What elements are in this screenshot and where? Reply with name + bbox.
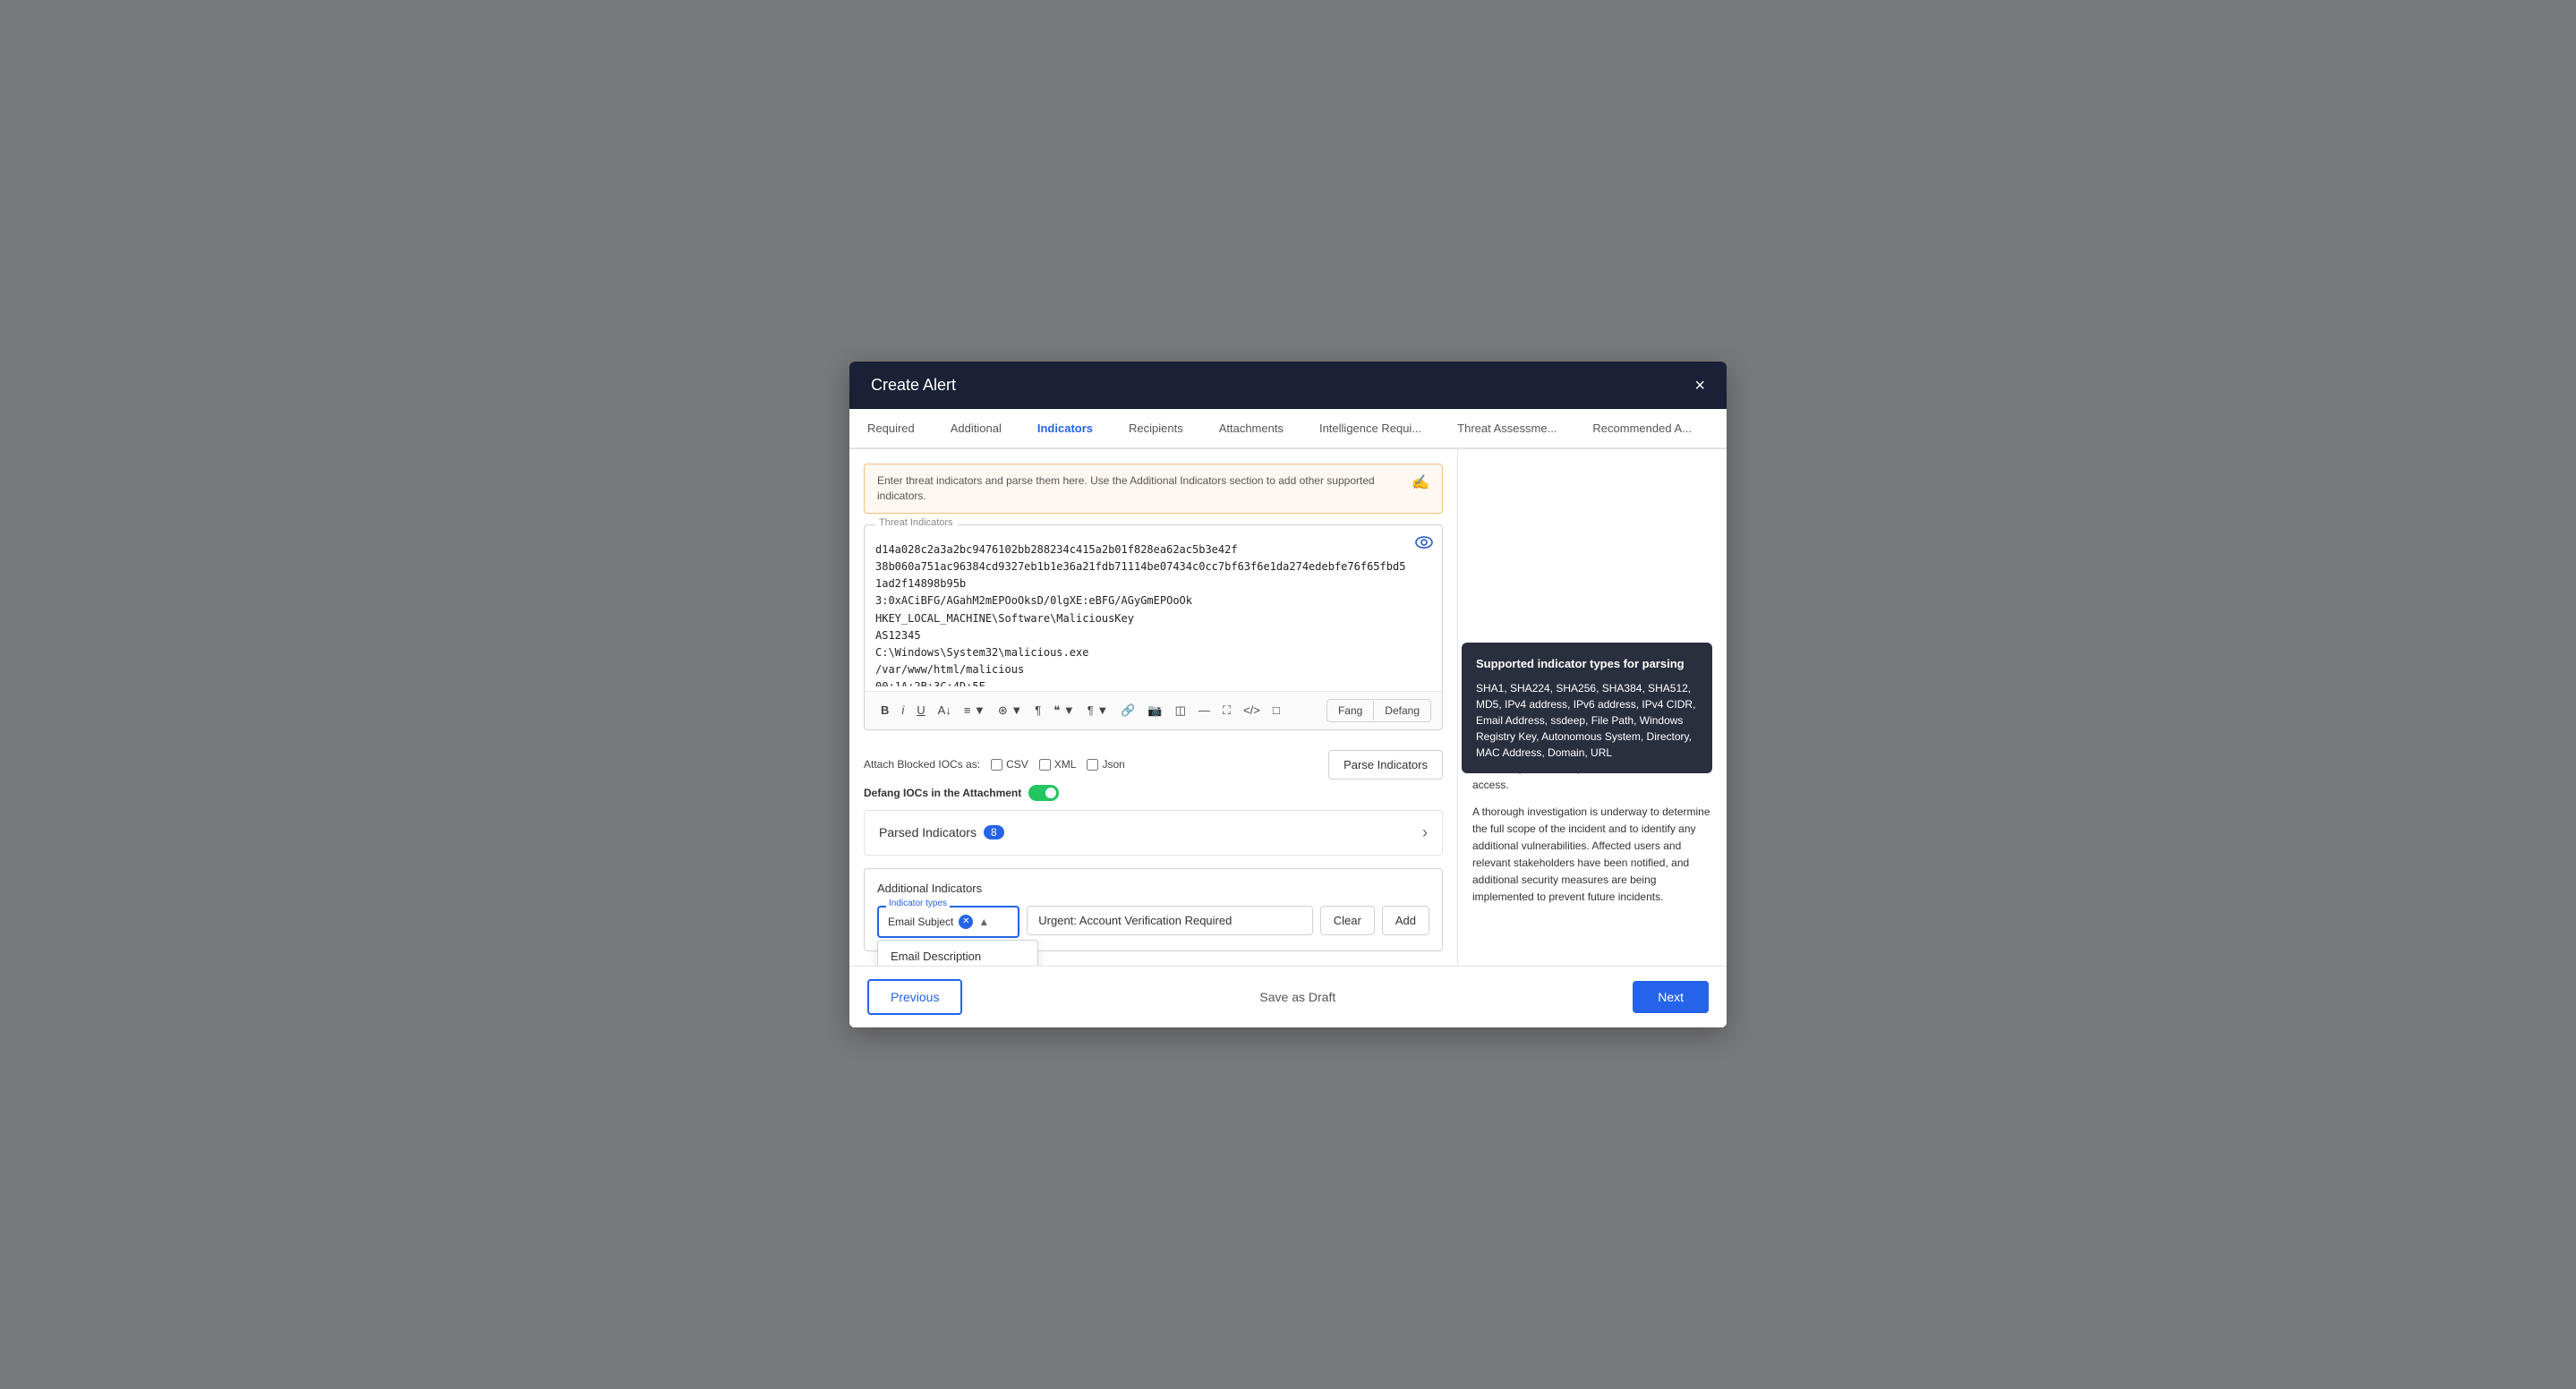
json-checkbox[interactable]	[1087, 759, 1098, 771]
info-banner-text: Enter threat indicators and parse them h…	[877, 473, 1404, 504]
tab-indicators[interactable]: Indicators	[1019, 409, 1111, 449]
hr-button[interactable]: —	[1193, 700, 1215, 720]
modal-header: Create Alert ×	[849, 362, 1727, 409]
parsed-indicators-row[interactable]: Parsed Indicators 8 ›	[864, 810, 1443, 856]
link-button[interactable]: 🔗	[1115, 700, 1140, 721]
parsed-indicators-left: Parsed Indicators 8	[879, 825, 1004, 839]
indicator-value-input[interactable]	[1027, 906, 1313, 935]
indicator-input-row: Indicator types Email Subject ✕ ▲ Email …	[877, 906, 1429, 938]
tab-threat-defender[interactable]: Threat Defender	[1710, 409, 1727, 449]
attach-row: Attach Blocked IOCs as: CSV XML Json Par…	[864, 741, 1443, 785]
align-button[interactable]: ¶ ▼	[1082, 700, 1113, 720]
info-banner: Enter threat indicators and parse them h…	[864, 464, 1443, 514]
additional-indicators-section: Additional Indicators Indicator types Em…	[864, 868, 1443, 951]
attach-label: Attach Blocked IOCs as:	[864, 758, 980, 771]
previous-button[interactable]: Previous	[867, 979, 962, 1015]
json-checkbox-label[interactable]: Json	[1087, 758, 1124, 771]
indicator-type-dropdown[interactable]: Email Subject ✕ ▲	[877, 906, 1019, 938]
unordered-list-button[interactable]: ⊛ ▼	[993, 700, 1028, 721]
modal-footer: Previous Save as Draft Next	[849, 966, 1727, 1027]
create-alert-modal: Create Alert × Required Additional Indic…	[849, 362, 1727, 1027]
threat-indicators-box: Threat Indicators B i U A↓	[864, 524, 1443, 730]
indicator-type-select: Indicator types Email Subject ✕ ▲ Email …	[877, 906, 1019, 938]
modal-title: Create Alert	[871, 376, 956, 395]
tooltip-popup: Supported indicator types for parsing SH…	[1462, 643, 1712, 773]
tooltip-content: SHA1, SHA224, SHA256, SHA384, SHA512, MD…	[1476, 680, 1698, 761]
tab-intelligence[interactable]: Intelligence Requi...	[1301, 409, 1439, 449]
right-panel: Supported indicator types for parsing SH…	[1458, 449, 1727, 966]
json-label: Json	[1102, 758, 1124, 771]
xml-checkbox-label[interactable]: XML	[1039, 758, 1077, 771]
tab-attachments[interactable]: Attachments	[1201, 409, 1301, 449]
fang-button[interactable]: Fang	[1327, 700, 1373, 721]
defang-button[interactable]: Defang	[1374, 700, 1430, 721]
clear-x-icon[interactable]: ✕	[959, 915, 973, 929]
tabs-bar: Required Additional Indicators Recipient…	[849, 409, 1727, 449]
close-button[interactable]: ×	[1694, 377, 1705, 395]
tab-recipients[interactable]: Recipients	[1111, 409, 1201, 449]
tooltip-title: Supported indicator types for parsing	[1476, 655, 1698, 673]
editor-toolbar: B i U A↓ ≡ ▼ ⊛ ▼ ¶ ❝ ▼ ¶ ▼ 🔗 📷 ◫ — ⛶	[865, 691, 1442, 729]
blockquote-button[interactable]: ❝ ▼	[1048, 700, 1079, 721]
tab-required[interactable]: Required	[849, 409, 933, 449]
table-button[interactable]: ◫	[1170, 700, 1191, 721]
selected-type-text: Email Subject	[888, 916, 953, 928]
preview-paragraph-2: A thorough investigation is underway to …	[1472, 804, 1712, 907]
right-panel-inner: Supported indicator types for parsing SH…	[1472, 643, 1712, 906]
clear-button[interactable]: Clear	[1320, 906, 1375, 935]
csv-checkbox[interactable]	[991, 759, 1002, 771]
indicator-type-dropdown-list: Email Description Email Subject	[877, 940, 1038, 966]
italic-button[interactable]: i	[896, 700, 909, 720]
tab-additional[interactable]: Additional	[933, 409, 1019, 449]
info-icon[interactable]: ✍	[1412, 473, 1429, 491]
ordered-list-button[interactable]: ≡ ▼	[959, 700, 991, 720]
xml-checkbox[interactable]	[1039, 759, 1051, 771]
code-button[interactable]: </>	[1238, 700, 1266, 720]
next-button[interactable]: Next	[1633, 981, 1709, 1013]
modal-body: Enter threat indicators and parse them h…	[849, 449, 1727, 966]
source-button[interactable]: □	[1267, 700, 1285, 720]
eye-button[interactable]	[1415, 534, 1433, 553]
image-button[interactable]: 📷	[1142, 700, 1167, 721]
fullscreen-button[interactable]: ⛶	[1217, 700, 1236, 721]
left-panel: Enter threat indicators and parse them h…	[849, 449, 1458, 966]
additional-indicators-title: Additional Indicators	[877, 882, 1429, 895]
modal-overlay: Create Alert × Required Additional Indic…	[0, 0, 2576, 1389]
chevron-down-icon[interactable]: ▲	[978, 916, 989, 928]
csv-label: CSV	[1006, 758, 1028, 771]
threat-indicators-label: Threat Indicators	[875, 517, 957, 528]
threat-indicators-textarea[interactable]	[865, 525, 1442, 686]
bold-button[interactable]: B	[875, 700, 894, 720]
defang-label: Defang IOCs in the Attachment	[864, 787, 1021, 799]
tab-recommended[interactable]: Recommended A...	[1574, 409, 1710, 449]
defang-row: Defang IOCs in the Attachment	[864, 785, 1443, 810]
indicator-type-label: Indicator types	[886, 899, 950, 908]
paragraph-button[interactable]: ¶	[1029, 700, 1046, 720]
save-draft-button[interactable]: Save as Draft	[1259, 990, 1335, 1004]
defang-toggle[interactable]	[1028, 785, 1059, 801]
fang-defang-group: Fang Defang	[1326, 699, 1431, 722]
tab-threat[interactable]: Threat Assessme...	[1439, 409, 1574, 449]
dropdown-item-email-description[interactable]: Email Description	[878, 941, 1037, 966]
add-button[interactable]: Add	[1382, 906, 1429, 935]
parsed-indicators-label: Parsed Indicators	[879, 825, 977, 839]
csv-checkbox-label[interactable]: CSV	[991, 758, 1028, 771]
xml-label: XML	[1054, 758, 1077, 771]
font-size-button[interactable]: A↓	[933, 700, 957, 720]
parsed-indicators-badge: 8	[984, 825, 1004, 839]
chevron-right-icon: ›	[1422, 823, 1428, 842]
underline-button[interactable]: U	[911, 700, 930, 720]
parse-indicators-button[interactable]: Parse Indicators	[1328, 750, 1443, 780]
